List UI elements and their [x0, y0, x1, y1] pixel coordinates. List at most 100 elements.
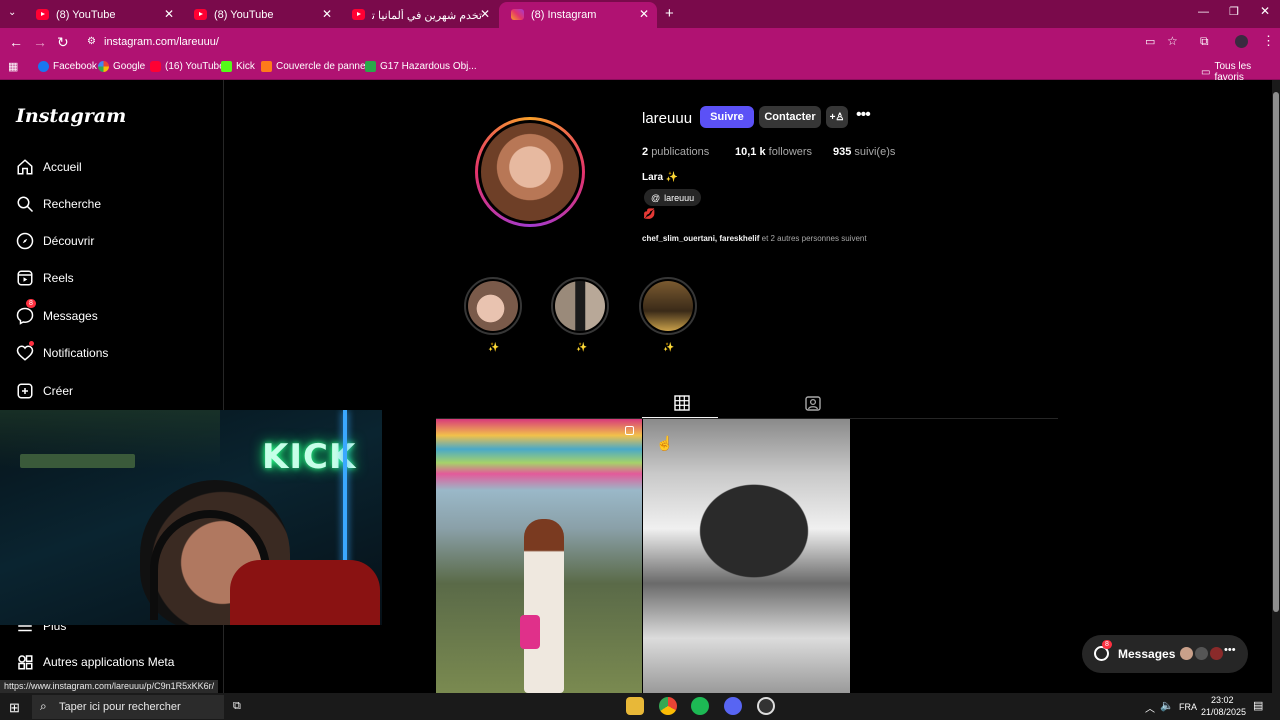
profile-icon[interactable]: [1235, 35, 1248, 48]
contact-button[interactable]: Contacter: [759, 106, 821, 128]
sidebar-item-reels[interactable]: Reels: [16, 266, 74, 290]
sidebar-item-messages[interactable]: 8 Messages: [16, 299, 98, 328]
bookmark-google[interactable]: Google: [98, 61, 145, 72]
bookmark-g17[interactable]: G17 Hazardous Obj...: [365, 61, 477, 72]
cast-icon[interactable]: ▭: [1145, 35, 1155, 48]
suggest-users-button[interactable]: +♙: [826, 106, 848, 128]
stat-following[interactable]: 935 suivi(e)s: [833, 146, 895, 158]
chrome-icon[interactable]: [659, 697, 677, 715]
tab-youtube-2[interactable]: (8) YouTube ✕: [182, 2, 340, 28]
close-tab-icon[interactable]: ✕: [639, 7, 649, 21]
more-options-icon[interactable]: •••: [856, 106, 871, 124]
folder-icon: ▭: [1201, 66, 1211, 78]
discord-icon[interactable]: [724, 697, 742, 715]
tab-instagram[interactable]: (8) Instagram ✕: [499, 2, 657, 28]
page-scrollbar[interactable]: [1272, 80, 1280, 693]
minimize-icon[interactable]: —: [1198, 6, 1209, 18]
new-tab-button[interactable]: +: [665, 5, 674, 22]
close-tab-icon[interactable]: ✕: [322, 7, 332, 21]
shelf-item: [20, 454, 135, 468]
messages-label: Messages: [1118, 647, 1176, 661]
close-window-icon[interactable]: ✕: [1260, 4, 1270, 18]
threads-icon: @: [651, 192, 661, 203]
youtube-icon: [352, 9, 365, 20]
search-icon: [17, 196, 34, 213]
tab-title: (8) YouTube: [56, 9, 116, 21]
post-thumbnail-1[interactable]: [436, 419, 642, 693]
taskbar-search[interactable]: ⌕ Taper ici pour rechercher: [32, 695, 224, 719]
bookmark-youtube[interactable]: (16) YouTube: [150, 61, 225, 72]
sidebar-item-creer[interactable]: Créer: [16, 379, 73, 403]
highlight-1[interactable]: [464, 277, 522, 335]
apps-grid-icon[interactable]: ▦: [8, 60, 18, 73]
clock-time[interactable]: 23:02: [1211, 695, 1234, 705]
sidebar-item-label: Messages: [43, 309, 98, 323]
profile-avatar[interactable]: [475, 117, 585, 227]
bookmark-facebook[interactable]: Facebook: [38, 61, 97, 72]
forward-icon[interactable]: →: [33, 34, 47, 50]
highlight-3[interactable]: [639, 277, 697, 335]
obs-icon[interactable]: [757, 697, 775, 715]
back-icon[interactable]: ←: [9, 34, 23, 50]
threads-badge[interactable]: @ lareuuu: [644, 189, 702, 206]
clock-date[interactable]: 21/08/2025: [1201, 707, 1246, 717]
url-field[interactable]: instagram.com/lareuuu/: [104, 36, 219, 48]
grid-icon[interactable]: [674, 395, 690, 411]
streamer-shirt: [230, 560, 380, 625]
notification-center-icon[interactable]: ▤: [1253, 699, 1263, 712]
sidebar-item-label: Recherche: [43, 197, 102, 211]
bookmark-kick[interactable]: Kick: [221, 61, 255, 72]
sidebar-item-decouvrir[interactable]: Découvrir: [16, 229, 94, 253]
close-tab-icon[interactable]: ✕: [480, 7, 490, 21]
tagged-icon[interactable]: [805, 395, 821, 411]
site-info-icon[interactable]: ⚙: [87, 36, 96, 47]
spotify-icon[interactable]: [691, 697, 709, 715]
sidebar-item-label: Notifications: [43, 346, 109, 360]
sidebar-item-recherche[interactable]: Recherche: [16, 192, 101, 216]
extensions-icon[interactable]: ⧉: [1200, 34, 1209, 49]
tab-strip: ⌄ (8) YouTube ✕ (8) YouTube ✕ تخدم شهرين…: [0, 0, 1280, 28]
post-figure: [698, 483, 838, 603]
stat-followers[interactable]: 10,1 k followers: [735, 146, 812, 158]
scrollbar-thumb[interactable]: [1273, 92, 1279, 612]
pointer-cursor-icon: ☝: [656, 435, 674, 451]
meta-apps-icon: [18, 655, 33, 670]
restore-icon[interactable]: ❐: [1229, 5, 1239, 18]
bookmark-label: G17 Hazardous Obj...: [380, 61, 477, 72]
messages-floating-button[interactable]: 8 Messages •••: [1082, 635, 1248, 673]
task-view-icon[interactable]: ⧉: [233, 700, 241, 713]
avatar: [1210, 647, 1223, 660]
bookmark-site-icon: [261, 61, 272, 72]
highlight-2[interactable]: [551, 277, 609, 335]
close-tab-icon[interactable]: ✕: [164, 7, 174, 21]
tab-youtube-1[interactable]: (8) YouTube ✕: [24, 2, 182, 28]
highlight-label: ✨: [576, 342, 588, 352]
reload-icon[interactable]: ↻: [57, 34, 69, 51]
sidebar-item-label: Découvrir: [43, 234, 95, 248]
instagram-logo[interactable]: Instagram: [16, 105, 126, 127]
address-bar: ← → ↻ ⚙ instagram.com/lareuuu/ ▭ ☆ ⧉ ⋮: [0, 28, 1280, 56]
menu-icon[interactable]: ⋮: [1262, 33, 1275, 49]
language-indicator[interactable]: FRA: [1179, 702, 1197, 712]
followed-by[interactable]: chef_slim_ouertani, fareskhelif et 2 aut…: [642, 234, 867, 243]
star-icon[interactable]: ☆: [1167, 34, 1178, 48]
follow-button[interactable]: Suivre: [700, 106, 754, 128]
sidebar-item-notifications[interactable]: Notifications: [16, 341, 108, 365]
bookmark-site-icon: [365, 61, 376, 72]
bookmark-label: Facebook: [53, 61, 97, 72]
bookmark-couvercle[interactable]: Couvercle de panne...: [261, 61, 374, 72]
highlight-photo: [555, 281, 605, 331]
volume-icon[interactable]: 🔈: [1160, 699, 1174, 712]
sidebar-item-meta-apps[interactable]: Autres applications Meta: [16, 650, 174, 674]
tab-search-icon[interactable]: ⌄: [8, 7, 16, 18]
all-bookmarks[interactable]: ▭ Tous les favoris: [1201, 61, 1280, 83]
sidebar-item-accueil[interactable]: Accueil: [16, 155, 82, 179]
windows-start-icon[interactable]: ⊞: [9, 700, 20, 716]
stat-number: 935: [833, 146, 852, 158]
tray-chevron-icon[interactable]: ︿: [1145, 700, 1155, 715]
tab-youtube-3[interactable]: تخدم شهرين في ألمانيا تشري بيت... ✕: [340, 2, 498, 28]
bookmarks-bar: ▦ Facebook Google (16) YouTube Kick Couv…: [0, 56, 1280, 83]
webcam-overlay: KICK: [0, 410, 382, 625]
post-thumbnail-2[interactable]: ☝: [643, 419, 850, 693]
file-explorer-icon[interactable]: [626, 697, 644, 715]
